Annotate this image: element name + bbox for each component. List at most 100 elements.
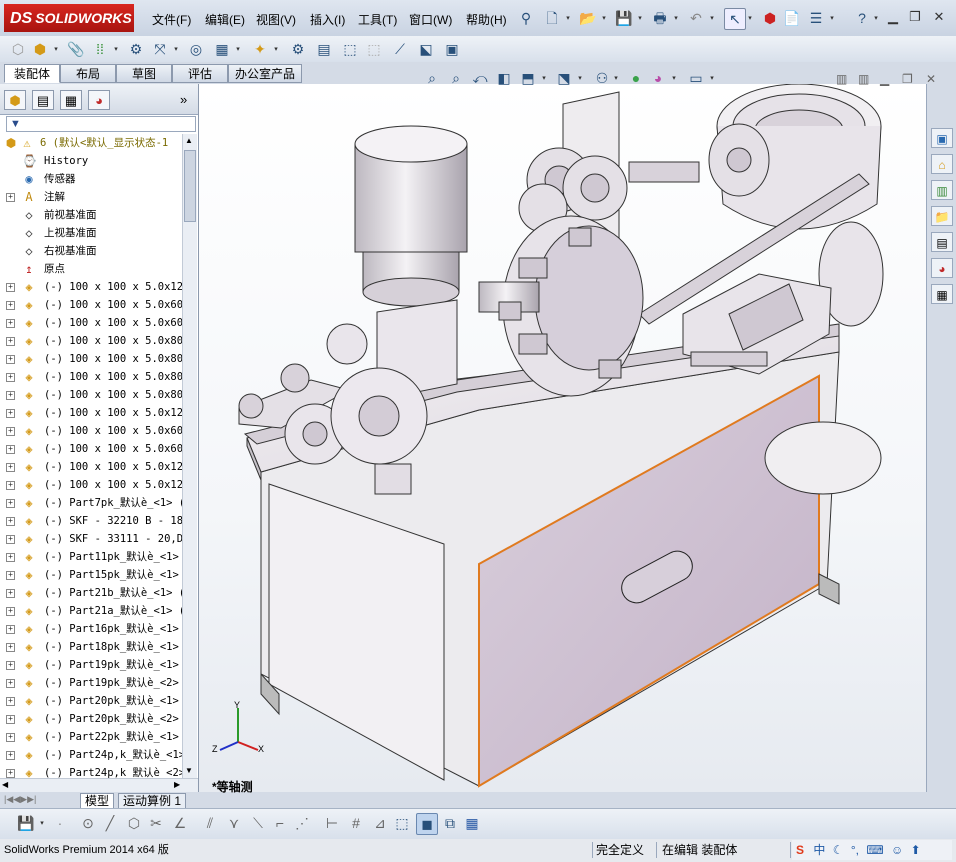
display-style-icon[interactable]: ⚇ — [592, 68, 612, 88]
expand-icon[interactable]: + — [6, 679, 15, 688]
menu-window[interactable]: 窗口(W) — [409, 11, 452, 28]
expand-icon[interactable]: + — [6, 553, 15, 562]
annotation-dropdown-icon[interactable]: ▾ — [540, 68, 548, 88]
expand-icon[interactable]: + — [6, 607, 15, 616]
tree-item[interactable]: + ◈ (-) 100 x 100 x 5.0x600 — [0, 422, 182, 440]
new-document-icon[interactable]: 🗋 — [542, 8, 562, 28]
assembly-model[interactable] — [199, 83, 926, 792]
ime-user-icon[interactable]: ☺ — [891, 843, 903, 857]
dynamic-annotation-icon[interactable]: ⬒ — [518, 68, 538, 88]
display-style-dropdown-icon[interactable]: ▾ — [612, 68, 620, 88]
move-component-icon[interactable]: ⤧ — [150, 39, 170, 59]
ime-moon-icon[interactable]: ☾ — [833, 843, 844, 857]
expand-icon[interactable]: + — [6, 517, 15, 526]
expand-icon[interactable]: + — [6, 715, 15, 724]
tree-item[interactable]: + ◈ (-) 100 x 100 x 5.0x800 — [0, 350, 182, 368]
exploded-view-icon[interactable]: ⬚ — [340, 39, 360, 59]
tree-item[interactable]: ◇ 前视基准面 — [0, 206, 182, 224]
scroll-up-icon[interactable]: ▲ — [185, 136, 193, 145]
edit-appearance-icon[interactable]: ◕ — [648, 68, 668, 88]
instant3d-icon[interactable]: ⟋ — [390, 39, 410, 59]
print-dropdown-icon[interactable]: ▾ — [672, 8, 680, 28]
view-palette-icon[interactable]: ▤ — [931, 232, 953, 252]
appearances-icon[interactable]: ◕ — [931, 258, 953, 278]
tree-item[interactable]: + ◈ (-) Part15pk_默认è_<1> — [0, 566, 182, 584]
design-library-icon[interactable]: ▥ — [931, 180, 953, 200]
expand-icon[interactable]: + — [6, 661, 15, 670]
new-motion-study-icon[interactable]: ⚙ — [288, 39, 308, 59]
custom-properties-icon[interactable]: ▦ — [931, 284, 953, 304]
ime-chinese-icon[interactable]: 中 — [813, 843, 825, 857]
configuration-manager-tab-icon[interactable]: ▦ — [60, 90, 82, 110]
menu-tools[interactable]: 工具(T) — [358, 11, 397, 28]
tree-item[interactable]: + ◈ (-) 100 x 100 x 5.0x800 — [0, 386, 182, 404]
expand-icon[interactable]: + — [6, 769, 15, 778]
undo-dropdown-icon[interactable]: ▾ — [708, 8, 716, 28]
expand-icon[interactable]: + — [6, 589, 15, 598]
show-hidden-components-icon[interactable]: ◎ — [186, 39, 206, 59]
tree-item[interactable]: + ◈ (-) 100 x 100 x 5.0x120 — [0, 278, 182, 296]
tree-item[interactable]: ↥ 原点 — [0, 260, 182, 278]
viewport-split-icon[interactable]: ▥ — [836, 72, 847, 86]
tree-item[interactable]: + ◈ (-) SKF - 33111 - 20,DE — [0, 530, 182, 548]
ime-shirt-icon[interactable]: ⬆ — [911, 843, 921, 857]
line-tool-icon[interactable]: ╱ — [100, 813, 120, 833]
expand-icon[interactable]: + — [6, 535, 15, 544]
tree-item[interactable]: + ◈ (-) 100 x 100 x 5.0x600 — [0, 440, 182, 458]
tree-item[interactable]: + ◈ (-) Part21a_默认è_<1> ( — [0, 602, 182, 620]
move-dropdown-icon[interactable]: ▾ — [172, 39, 180, 59]
viewport-restore-icon[interactable]: ❐ — [902, 72, 913, 86]
expand-icon[interactable]: + — [6, 301, 15, 310]
expand-icon[interactable]: + — [6, 319, 15, 328]
tree-item[interactable]: + ◈ (-) SKF - 32210 B - 18, — [0, 512, 182, 530]
tree-item[interactable]: + ◈ (-) 100 x 100 x 5.0x800 — [0, 332, 182, 350]
zoom-to-fit-icon[interactable]: ⌕ — [422, 68, 442, 88]
save-dropdown-icon[interactable]: ▾ — [38, 813, 46, 833]
expand-icon[interactable]: + — [6, 409, 15, 418]
property-manager-tab-icon[interactable]: ▤ — [32, 90, 54, 110]
file-explorer-icon[interactable]: 📁 — [931, 206, 953, 226]
explode-line-sketch-icon[interactable]: ⬚ — [364, 39, 384, 59]
scroll-down-icon[interactable]: ▼ — [185, 766, 193, 775]
tree-scrollbar[interactable] — [182, 134, 197, 778]
section-view-icon[interactable]: ◧ — [494, 68, 514, 88]
pin-icon[interactable]: ⚲ — [516, 8, 536, 28]
camera-icon[interactable]: ⧉ — [440, 813, 460, 833]
tree-item[interactable]: + ◈ (-) Part11pk_默认è_<1> — [0, 548, 182, 566]
tab-evaluate[interactable]: 评估 — [172, 64, 228, 83]
display-manager-tab-icon[interactable]: ◕ — [88, 90, 110, 110]
tree-scrollbar-thumb[interactable] — [184, 150, 196, 222]
tree-item[interactable]: + ◈ (-) Part19pk_默认è_<1> — [0, 656, 182, 674]
tab-motion-study-1[interactable]: 运动算例 1 — [118, 793, 187, 809]
tree-item[interactable]: + ◈ (-) Part20pk_默认è_<1> — [0, 692, 182, 710]
panel-expand-icon[interactable]: » — [180, 92, 187, 107]
edit-component-icon[interactable]: ⬡ — [8, 39, 28, 59]
restore-icon[interactable]: ❐ — [906, 9, 924, 25]
tree-item[interactable]: ◉ 传感器 — [0, 170, 182, 188]
save-icon[interactable]: 💾 — [614, 8, 634, 28]
smart-fasteners-icon[interactable]: ⚙ — [126, 39, 146, 59]
new-dropdown-icon[interactable]: ▾ — [564, 8, 572, 28]
previous-view-icon[interactable]: ⤺ — [470, 68, 490, 88]
ime-punct-icon[interactable]: °, — [851, 843, 859, 857]
expand-icon[interactable]: + — [6, 337, 15, 346]
minimize-icon[interactable]: ▁ — [884, 9, 902, 25]
expand-icon[interactable]: + — [6, 643, 15, 652]
insert-dropdown-icon[interactable]: ▾ — [52, 39, 60, 59]
tree-item[interactable]: + ◈ (-) 100 x 100 x 5.0x120 — [0, 476, 182, 494]
tree-item[interactable]: + ◈ (-) Part18pk_默认è_<1> — [0, 638, 182, 656]
open-folder-icon[interactable]: 📂 — [578, 8, 598, 28]
reference-dropdown-icon[interactable]: ▾ — [272, 39, 280, 59]
polygon-tool-icon[interactable]: ⬡ — [124, 813, 144, 833]
angle-tool-icon[interactable]: ∠ — [170, 813, 190, 833]
assembly-features-icon[interactable]: ▦ — [212, 39, 232, 59]
save-dropdown-icon[interactable]: ▾ — [636, 8, 644, 28]
sogou-icon[interactable]: S — [796, 843, 804, 857]
relation-icon[interactable]: ⊿ — [370, 813, 390, 833]
grid-icon[interactable]: # — [346, 813, 366, 833]
help-icon[interactable]: ? — [852, 8, 872, 28]
mate-icon[interactable]: 📎 — [66, 39, 86, 59]
select-pointer-icon[interactable]: ↖ — [724, 8, 746, 30]
tree-item[interactable]: + ◈ (-) 100 x 100 x 5.0x800 — [0, 368, 182, 386]
tab-nav-arrows-icon[interactable]: |◀◀▶▶| — [4, 794, 36, 805]
